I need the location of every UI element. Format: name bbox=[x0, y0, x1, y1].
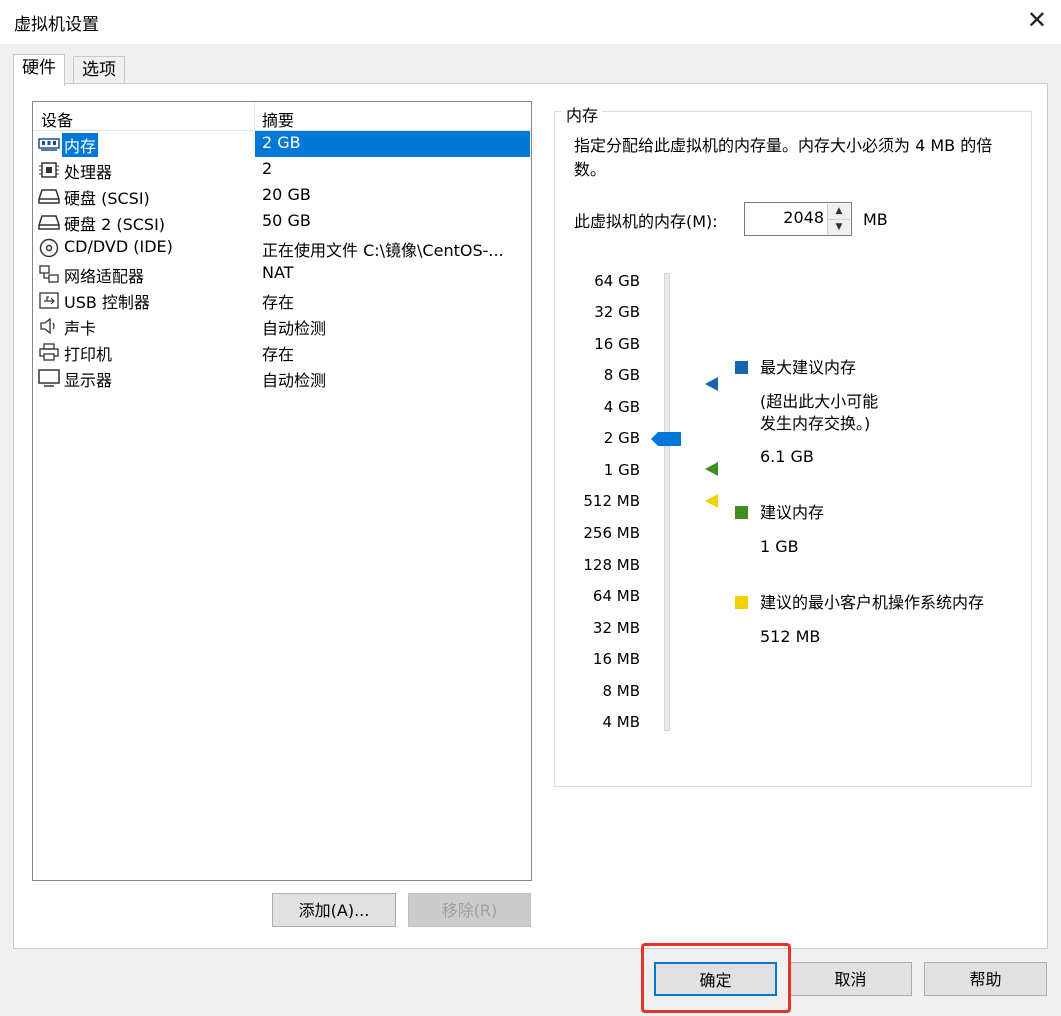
column-header-device[interactable]: 设备 bbox=[41, 107, 73, 131]
device-name: 硬盘 (SCSI) bbox=[64, 189, 150, 208]
legend-min-guest-title: 建议的最小客户机操作系统内存 bbox=[760, 593, 985, 612]
scale-tick-label: 16 MB bbox=[592, 650, 640, 668]
device-name: 显示器 bbox=[64, 371, 113, 390]
tab-options[interactable]: 选项 bbox=[73, 56, 125, 85]
device-summary: NAT bbox=[262, 263, 294, 282]
device-row-sound-card[interactable]: 声卡 自动检测 bbox=[33, 313, 531, 339]
device-name: CD/DVD (IDE) bbox=[64, 237, 173, 256]
remove-device-button[interactable]: 移除(R) bbox=[408, 893, 531, 927]
highlight-annotation bbox=[641, 943, 791, 1013]
usb-icon bbox=[39, 292, 59, 309]
legend-recommended-title: 建议内存 bbox=[760, 503, 825, 522]
memory-field-label: 此虚拟机的内存(M): bbox=[574, 212, 718, 231]
device-summary: 存在 bbox=[262, 345, 295, 364]
cancel-button[interactable]: 取消 bbox=[789, 962, 912, 996]
scale-tick-label: 128 MB bbox=[583, 556, 640, 574]
spin-up-icon[interactable]: ▲ bbox=[827, 204, 850, 220]
display-icon bbox=[38, 369, 60, 387]
device-row-usb-controller[interactable]: USB 控制器 存在 bbox=[33, 287, 531, 313]
scale-tick-label: 8 GB bbox=[603, 366, 640, 384]
help-button[interactable]: 帮助 bbox=[924, 962, 1047, 996]
scale-tick-label: 8 MB bbox=[602, 682, 640, 700]
legend-max-note-line1: (超出此大小可能 bbox=[760, 392, 879, 411]
legend-min-guest-value: 512 MB bbox=[760, 627, 821, 646]
device-row-harddisk-2[interactable]: 硬盘 2 (SCSI) 50 GB bbox=[33, 209, 531, 235]
max-recommended-marker-icon bbox=[705, 377, 718, 391]
scale-tick-label: 16 GB bbox=[594, 335, 640, 353]
legend-min-guest-swatch bbox=[735, 596, 748, 609]
scale-tick-label: 32 MB bbox=[592, 619, 640, 637]
scale-tick-label: 512 MB bbox=[583, 492, 640, 510]
device-summary: 自动检测 bbox=[262, 371, 327, 390]
scale-tick-label: 64 MB bbox=[592, 587, 640, 605]
device-name: USB 控制器 bbox=[64, 293, 150, 312]
device-row-harddisk[interactable]: 硬盘 (SCSI) 20 GB bbox=[33, 183, 531, 209]
scale-tick-label: 2 GB bbox=[603, 429, 640, 447]
device-row-processor[interactable]: 处理器 2 bbox=[33, 157, 531, 183]
window-title: 虚拟机设置 bbox=[14, 15, 99, 35]
device-summary: 正在使用文件 C:\镜像\CentOS-... bbox=[262, 241, 504, 260]
device-summary: 自动检测 bbox=[262, 319, 327, 338]
device-summary: 2 bbox=[262, 159, 273, 178]
printer-icon bbox=[39, 343, 59, 361]
memory-description: 指定分配给此虚拟机的内存量。内存大小必须为 4 MB 的倍数。 bbox=[574, 136, 993, 179]
device-name: 内存 bbox=[62, 133, 99, 157]
scale-tick-label: 1 GB bbox=[603, 461, 640, 479]
column-header-summary[interactable]: 摘要 bbox=[262, 107, 294, 131]
memory-slider-track[interactable] bbox=[664, 273, 670, 731]
cd-dvd-icon bbox=[39, 238, 59, 258]
harddisk-icon bbox=[38, 189, 60, 204]
sound-card-icon bbox=[40, 317, 55, 335]
legend-max-value: 6.1 GB bbox=[760, 447, 814, 466]
device-summary: 20 GB bbox=[262, 185, 311, 204]
device-name: 处理器 bbox=[64, 163, 113, 182]
device-row-network-adapter[interactable]: 网络适配器 NAT bbox=[33, 261, 531, 287]
device-summary: 50 GB bbox=[262, 211, 311, 230]
title-bar: 虚拟机设置 ✕ bbox=[0, 0, 1061, 44]
network-adapter-icon bbox=[39, 265, 59, 283]
close-icon[interactable]: ✕ bbox=[1027, 6, 1047, 34]
device-name: 打印机 bbox=[64, 345, 113, 364]
add-device-button[interactable]: 添加(A)... bbox=[272, 893, 396, 927]
legend-recommended-swatch bbox=[735, 506, 748, 519]
memory-slider-thumb[interactable] bbox=[651, 432, 681, 446]
device-list[interactable]: 设备 摘要 内存 2 GB 处理器 2 硬盘 (SCSI) 20 GB 硬盘 2… bbox=[32, 101, 532, 881]
device-list-header: 设备 摘要 bbox=[33, 102, 531, 131]
memory-spinbox[interactable]: 2048 ▲ ▼ bbox=[744, 202, 852, 236]
scale-tick-label: 4 GB bbox=[603, 398, 640, 416]
scale-tick-label: 4 MB bbox=[602, 713, 640, 731]
recommended-marker-icon bbox=[705, 462, 718, 476]
scale-tick-label: 32 GB bbox=[594, 303, 640, 321]
column-divider[interactable] bbox=[254, 102, 255, 130]
device-row-printer[interactable]: 打印机 存在 bbox=[33, 339, 531, 365]
legend-recommended-value: 1 GB bbox=[760, 537, 799, 556]
memory-unit: MB bbox=[863, 210, 888, 229]
device-summary: 存在 bbox=[262, 293, 295, 312]
scale-tick-label: 64 GB bbox=[594, 272, 640, 290]
memory-icon bbox=[38, 138, 60, 151]
spin-down-icon[interactable]: ▼ bbox=[827, 220, 850, 235]
device-name: 网络适配器 bbox=[64, 267, 145, 286]
device-name: 硬盘 2 (SCSI) bbox=[64, 215, 166, 234]
memory-group-label: 内存 bbox=[562, 102, 603, 126]
harddisk-icon bbox=[38, 215, 60, 230]
device-row-memory[interactable]: 内存 2 GB bbox=[33, 131, 531, 157]
processor-icon bbox=[39, 162, 59, 178]
tab-hardware[interactable]: 硬件 bbox=[13, 54, 65, 86]
scale-tick-label: 256 MB bbox=[583, 524, 640, 542]
device-summary: 2 GB bbox=[262, 133, 301, 152]
memory-value[interactable]: 2048 bbox=[783, 208, 824, 227]
device-name: 声卡 bbox=[64, 319, 97, 338]
device-row-cd-dvd[interactable]: CD/DVD (IDE) 正在使用文件 C:\镜像\CentOS-... bbox=[33, 235, 531, 261]
legend-max-note-line2: 发生内存交换。) bbox=[760, 414, 871, 433]
device-row-display[interactable]: 显示器 自动检测 bbox=[33, 365, 531, 391]
min-guest-marker-icon bbox=[705, 494, 718, 508]
legend-max-title: 最大建议内存 bbox=[760, 358, 857, 377]
legend-max-swatch bbox=[735, 361, 748, 374]
